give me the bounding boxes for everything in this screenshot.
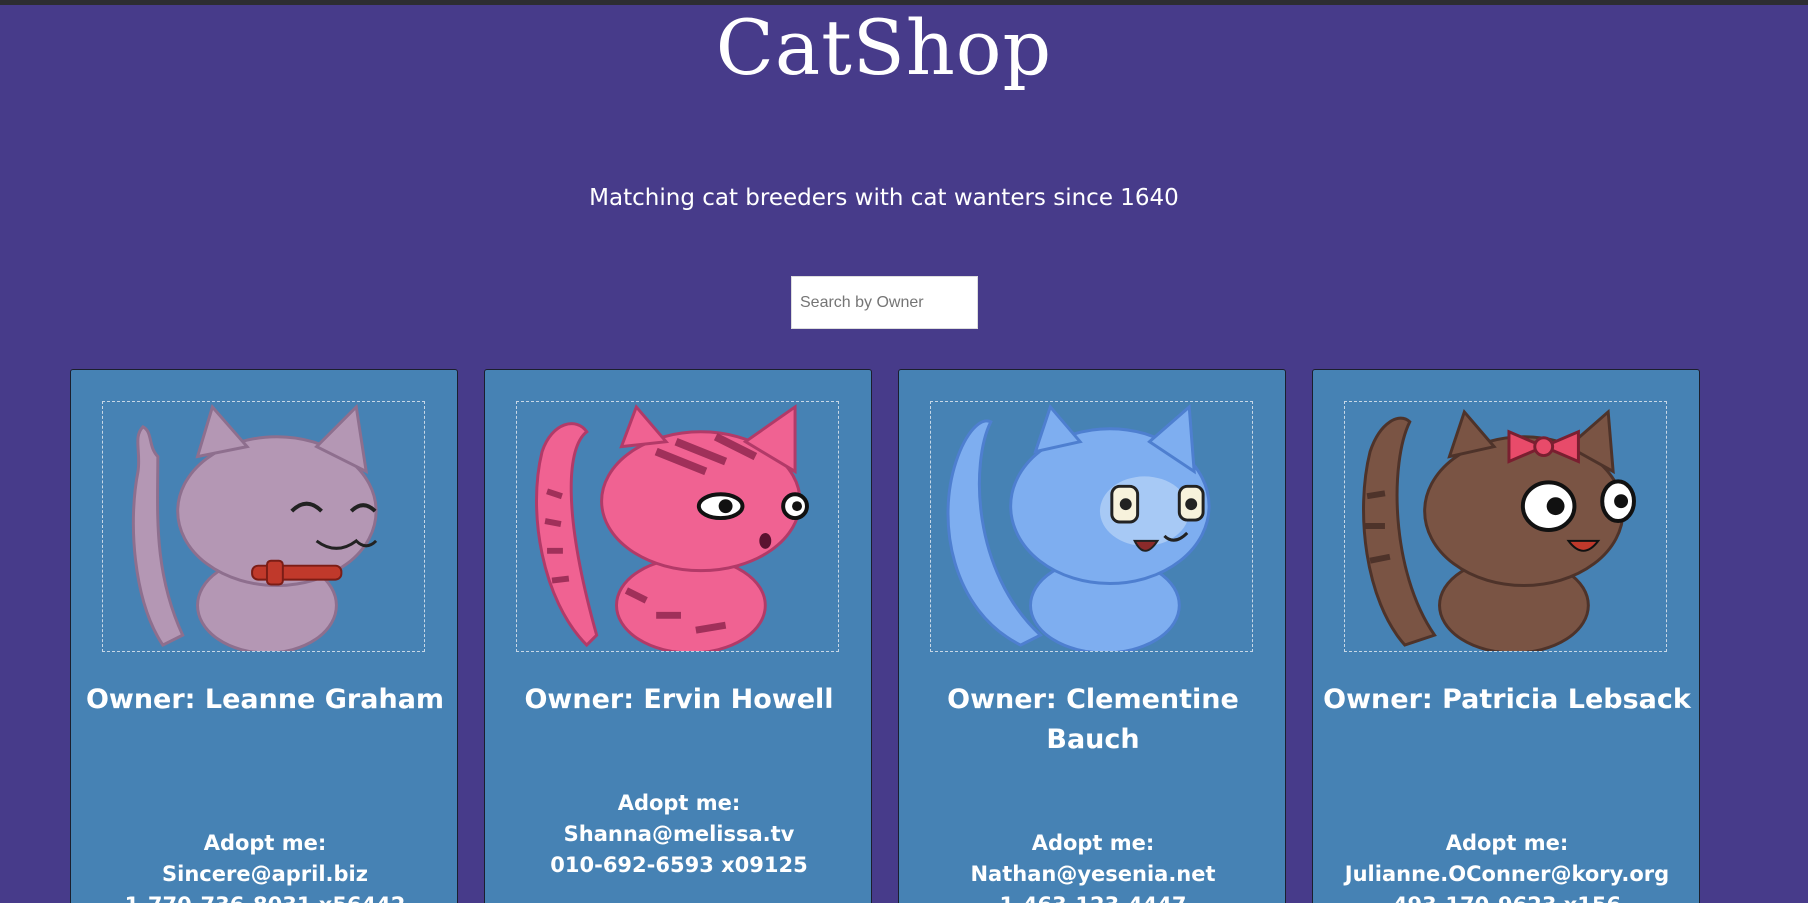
owner-email: Sincere@april.biz bbox=[162, 862, 368, 886]
cat-image bbox=[102, 401, 425, 652]
tagline: Matching cat breeders with cat wanters s… bbox=[589, 185, 1179, 211]
owner-name: Owner: Ervin Howell bbox=[524, 684, 834, 715]
owner-email: Nathan@yesenia.net bbox=[970, 862, 1216, 886]
owner-phone: 010-692-6593 x09125 bbox=[550, 853, 808, 877]
cat-image bbox=[516, 401, 839, 652]
cat-card: Owner: Ervin Howell Adopt me: Shanna@mel… bbox=[484, 369, 872, 903]
contact-info: Adopt me: Sincere@april.biz 1-770-736-80… bbox=[81, 828, 449, 903]
cat-card: Owner: Patricia Lebsack Adopt me: Julian… bbox=[1312, 369, 1700, 903]
cat-illustration bbox=[1362, 408, 1636, 651]
cat-image bbox=[930, 401, 1253, 652]
owner-email: Shanna@melissa.tv bbox=[563, 822, 795, 846]
contact-info: Adopt me: Nathan@yesenia.net 1-463-123-4… bbox=[909, 828, 1277, 903]
owner-name: Owner: Clementine Bauch bbox=[947, 684, 1239, 755]
cat-image bbox=[1344, 401, 1667, 652]
adopt-label: Adopt me: bbox=[1031, 831, 1155, 855]
cat-illustration bbox=[131, 403, 378, 651]
cat-illustration bbox=[946, 403, 1211, 651]
contact-info: Adopt me: Julianne.OConner@kory.org 493-… bbox=[1323, 828, 1691, 903]
owner-email: Julianne.OConner@kory.org bbox=[1344, 862, 1670, 886]
cat-illustration bbox=[535, 404, 809, 651]
adopt-label: Adopt me: bbox=[203, 831, 327, 855]
owner-name: Owner: Patricia Lebsack bbox=[1323, 684, 1691, 715]
owner-phone: 493-170-9623 x156 bbox=[1323, 890, 1691, 903]
page-title: CatShop bbox=[715, 3, 1053, 92]
adopt-label: Adopt me: bbox=[617, 791, 741, 815]
cat-card: Owner: Clementine Bauch Adopt me: Nathan… bbox=[898, 369, 1286, 903]
search-input[interactable] bbox=[791, 276, 978, 329]
cat-card: Owner: Leanne Graham Adopt me: Sincere@a… bbox=[70, 369, 458, 903]
contact-info: Adopt me: Shanna@melissa.tv 010-692-6593… bbox=[495, 788, 863, 881]
owner-phone: 1-463-123-4447 bbox=[909, 890, 1277, 903]
owner-phone: 1-770-736-8031 x56442 bbox=[81, 890, 449, 903]
owner-name: Owner: Leanne Graham bbox=[85, 684, 445, 715]
adopt-label: Adopt me: bbox=[1445, 831, 1569, 855]
